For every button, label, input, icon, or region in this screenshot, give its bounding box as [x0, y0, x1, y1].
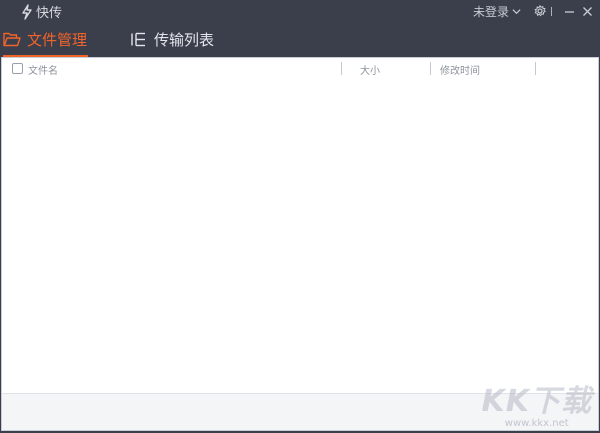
close-button[interactable]: [578, 0, 596, 22]
column-resize-handle[interactable]: [535, 62, 536, 75]
folder-icon: [3, 32, 21, 47]
window-controls: 未登录: [473, 0, 600, 22]
column-header-modified[interactable]: 修改时间: [440, 62, 480, 77]
file-list-body[interactable]: [2, 80, 598, 395]
app-title: 快传: [36, 6, 63, 21]
minimize-button[interactable]: [560, 0, 578, 22]
tab-transfer-list-label: 传输列表: [154, 31, 215, 49]
close-icon: [582, 6, 592, 16]
column-resize-handle[interactable]: [341, 62, 342, 75]
watermark: KK下载 www.kkx.net: [482, 376, 593, 429]
login-menu[interactable]: 未登录: [473, 3, 521, 20]
column-header-size[interactable]: 大小: [360, 62, 380, 77]
column-resize-handle[interactable]: [430, 62, 431, 75]
minimize-icon: [564, 10, 574, 13]
settings-button[interactable]: [531, 0, 549, 22]
bolt-icon: [22, 3, 32, 20]
login-label: 未登录: [472, 4, 509, 19]
column-header-name[interactable]: 文件名: [28, 62, 58, 77]
tab-file-management[interactable]: 文件管理: [3, 22, 88, 57]
gear-icon: [534, 5, 546, 17]
select-all-checkbox[interactable]: [12, 63, 23, 74]
file-list-panel: 文件名 大小 修改时间: [1, 57, 599, 431]
list-icon: [131, 32, 145, 47]
title-bar[interactable]: 快传 未登录: [0, 0, 600, 22]
controls-separator: [551, 6, 552, 16]
tab-transfer-list[interactable]: 传输列表: [130, 22, 214, 57]
chevron-down-icon: [512, 8, 521, 14]
tab-file-management-label: 文件管理: [27, 31, 88, 49]
table-header: 文件名 大小 修改时间: [2, 58, 598, 81]
app-logo: 快传: [20, 2, 62, 21]
main-tabs: 文件管理 传输列表: [0, 22, 600, 57]
app-window: 快传 未登录 文件管理 传输列表 文件名 大小 修改时间 KK下载 www.kk…: [0, 0, 600, 433]
watermark-logo: KK下载: [481, 384, 592, 419]
